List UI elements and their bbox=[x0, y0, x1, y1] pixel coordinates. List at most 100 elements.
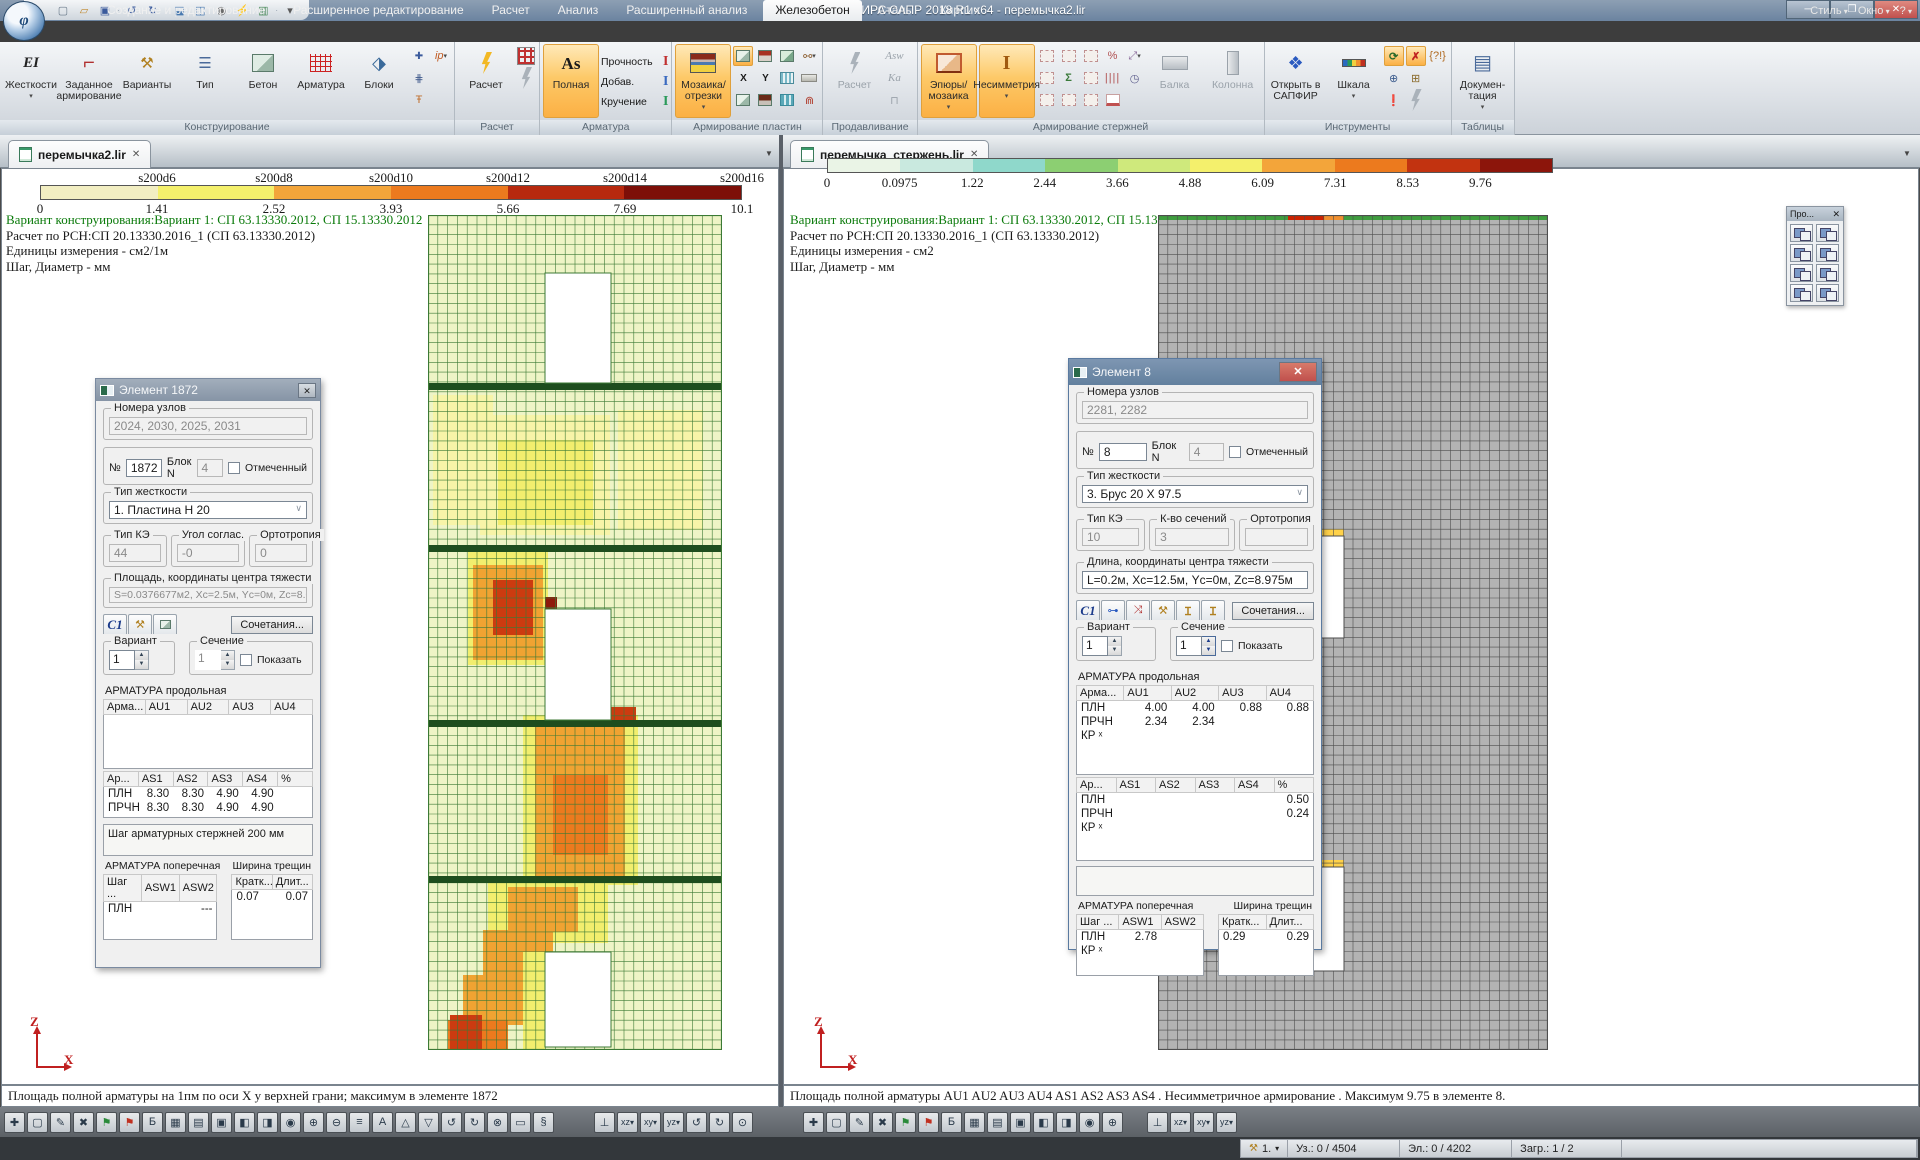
zoom-in-icon[interactable]: ⊕ bbox=[303, 1112, 324, 1133]
tab-c1[interactable]: С1 bbox=[1076, 600, 1100, 620]
duration-icon[interactable] bbox=[1125, 68, 1145, 88]
cell-icon[interactable]: ▣ bbox=[1010, 1112, 1031, 1133]
ribbon-tab-расширенный-анализ[interactable]: Расширенный анализ bbox=[614, 0, 759, 21]
view-xy-icon[interactable]: xy▾ bbox=[640, 1112, 661, 1133]
cube-dark-icon[interactable] bbox=[755, 90, 775, 110]
menu-Стиль[interactable]: Стиль bbox=[1810, 5, 1848, 17]
cube-teal-icon[interactable] bbox=[777, 90, 797, 110]
ribbon-button-докумен--тация[interactable]: Докумен- тация▾ bbox=[1455, 44, 1511, 118]
grid-calc-icon[interactable] bbox=[516, 46, 536, 66]
as-table[interactable]: Ар...AS1AS2AS3AS4%ПЛН0.50ПРЧН0.24КР ˣ bbox=[1076, 777, 1314, 861]
dialog-title-bar[interactable]: Элемент 8 ✕ bbox=[1069, 359, 1321, 385]
element-info-icon[interactable] bbox=[1428, 46, 1448, 66]
bolt-gray-icon[interactable] bbox=[1406, 90, 1426, 110]
element-number-field[interactable]: 8 bbox=[1099, 443, 1147, 461]
variant-spinner[interactable]: 1 bbox=[109, 650, 135, 670]
loadcase-indicator[interactable]: Загр.: 1 / 2 bbox=[1512, 1140, 1622, 1157]
au-table[interactable]: Арма...AU1AU2AU3AU4ПЛН4.004.000.880.88ПР… bbox=[1076, 685, 1314, 775]
dialog-close-icon[interactable]: ✕ bbox=[1279, 362, 1317, 382]
cube-green-icon[interactable] bbox=[777, 46, 797, 66]
proj-view-6-button[interactable] bbox=[1816, 264, 1839, 282]
erase-icon[interactable]: ✖ bbox=[872, 1112, 893, 1133]
erase-icon[interactable]: ✖ bbox=[73, 1112, 94, 1133]
add-rod-icon[interactable] bbox=[409, 46, 429, 66]
sum-icon[interactable] bbox=[1059, 68, 1079, 88]
rows-icon[interactable]: ▤ bbox=[188, 1112, 209, 1133]
axis-x-button[interactable]: X bbox=[733, 68, 753, 88]
crossed-icon[interactable]: ⊗ bbox=[487, 1112, 508, 1133]
ribbon-tab-анализ[interactable]: Анализ bbox=[546, 0, 611, 21]
check-warning-icon[interactable] bbox=[1384, 90, 1404, 110]
tab-node-icon[interactable]: ⊶ bbox=[1101, 600, 1125, 620]
ribbon-button-жесткости[interactable]: Жесткости▾ bbox=[3, 44, 59, 118]
tab-c1[interactable]: С1 bbox=[103, 614, 127, 634]
rebar-set-icon[interactable] bbox=[409, 68, 429, 88]
new-file-icon[interactable]: ▢ bbox=[54, 2, 72, 18]
ribbon-tab-сталь[interactable]: Сталь bbox=[866, 0, 924, 21]
ribbon-button-открыть-в-сапфир[interactable]: Открыть в САПФИР bbox=[1268, 44, 1324, 118]
iso-view-icon[interactable]: ⊙ bbox=[732, 1112, 753, 1133]
ip-icon[interactable]: ▾ bbox=[431, 46, 451, 66]
tab-hammer-icon[interactable] bbox=[128, 614, 152, 634]
proj-view-4-button[interactable] bbox=[1816, 244, 1839, 262]
cell-icon[interactable]: ▣ bbox=[211, 1112, 232, 1133]
slope-icon[interactable]: ▾ bbox=[1125, 46, 1145, 66]
orbit-ccw-icon[interactable]: ↺ bbox=[686, 1112, 707, 1133]
arm-option-icon[interactable] bbox=[1081, 68, 1101, 88]
ribbon-button-расчет[interactable]: Расчет bbox=[458, 44, 514, 118]
zoom-out-icon[interactable]: ⊖ bbox=[326, 1112, 347, 1133]
stiffness-select[interactable]: 3. Брус 20 Х 97.5∨ bbox=[1082, 485, 1308, 503]
poly-icon[interactable]: △ bbox=[395, 1112, 416, 1133]
ribbon-button-полная[interactable]: Полная bbox=[543, 44, 599, 118]
edit-icon[interactable]: ✎ bbox=[849, 1112, 870, 1133]
arm-option-icon[interactable] bbox=[1037, 46, 1057, 66]
crack-table[interactable]: Кратк...Длит...0.070.07 bbox=[231, 874, 313, 940]
ribbon-button-варианты[interactable]: Варианты bbox=[119, 44, 175, 118]
half-right-icon[interactable]: ◨ bbox=[1056, 1112, 1077, 1133]
element-number-field[interactable]: 1872 bbox=[126, 459, 162, 477]
ribbon-item--[interactable]: Кручение bbox=[601, 93, 668, 111]
ribbon-tab-расширенное-редактирование[interactable]: Расширенное редактирование bbox=[281, 0, 476, 21]
ribbon-tab-расчет[interactable]: Расчет bbox=[480, 0, 542, 21]
au-table[interactable]: Арма...AU1AU2AU3AU4 bbox=[103, 699, 313, 769]
rotate-cw-icon[interactable]: ↻ bbox=[464, 1112, 485, 1133]
cube-icon[interactable] bbox=[733, 90, 753, 110]
tab-hammer-icon[interactable] bbox=[1151, 600, 1175, 620]
section-spinner[interactable]: 1 bbox=[1176, 636, 1202, 656]
ribbon-button-балка[interactable]: Балка bbox=[1147, 44, 1203, 118]
tab-list-dropdown-icon[interactable]: ▼ bbox=[1900, 147, 1914, 161]
ribbon-button-тип[interactable]: Тип bbox=[177, 44, 233, 118]
window-icon[interactable]: ▭ bbox=[510, 1112, 531, 1133]
marked-checkbox[interactable] bbox=[1229, 446, 1241, 458]
slab-icon[interactable] bbox=[799, 68, 819, 88]
perpendicular-view-icon[interactable]: ⊥ bbox=[594, 1112, 615, 1133]
rows-icon[interactable]: ▤ bbox=[987, 1112, 1008, 1133]
half-left-icon[interactable]: ◧ bbox=[1033, 1112, 1054, 1133]
palette-close-icon[interactable]: ✕ bbox=[1832, 209, 1840, 220]
grid-icon[interactable]: ▦ bbox=[964, 1112, 985, 1133]
open-icon[interactable]: ▱ bbox=[75, 2, 93, 18]
arm-option-icon[interactable] bbox=[1037, 68, 1057, 88]
ribbon-button-бетон[interactable]: Бетон bbox=[235, 44, 291, 118]
tab-close-icon[interactable]: ✕ bbox=[132, 149, 140, 160]
cube-stripe-icon[interactable] bbox=[777, 68, 797, 88]
refresh-icon[interactable] bbox=[1384, 46, 1404, 66]
proj-view-5-button[interactable] bbox=[1790, 264, 1813, 282]
show-checkbox[interactable] bbox=[240, 654, 252, 666]
section-icon[interactable]: § bbox=[533, 1112, 554, 1133]
crack-table[interactable]: Кратк...Длит...0.290.29 bbox=[1218, 914, 1314, 976]
arm-option-icon[interactable] bbox=[1059, 90, 1079, 110]
menu-Окно[interactable]: Окно bbox=[1858, 5, 1890, 17]
target-icon[interactable]: ◉ bbox=[1079, 1112, 1100, 1133]
ka-icon[interactable] bbox=[884, 68, 904, 88]
block-icon[interactable]: Б bbox=[941, 1112, 962, 1133]
select-frame-icon[interactable]: ▢ bbox=[826, 1112, 847, 1133]
bolt-grid-icon[interactable] bbox=[516, 68, 536, 88]
clear-result-icon[interactable] bbox=[1406, 46, 1426, 66]
asw-table[interactable]: Шаг ...ASW1ASW2ПЛН2.78КР ˣ bbox=[1076, 914, 1204, 976]
asw-table[interactable]: Шаг ...ASW1ASW2ПЛН--- bbox=[103, 874, 217, 940]
ribbon-button-колонна[interactable]: Колонна bbox=[1205, 44, 1261, 118]
nodes-count[interactable]: Уз.: 0 / 4504 bbox=[1288, 1140, 1400, 1157]
zoom-in-icon[interactable]: ⊕ bbox=[1102, 1112, 1123, 1133]
view-xz-icon[interactable]: xz▾ bbox=[1170, 1112, 1191, 1133]
